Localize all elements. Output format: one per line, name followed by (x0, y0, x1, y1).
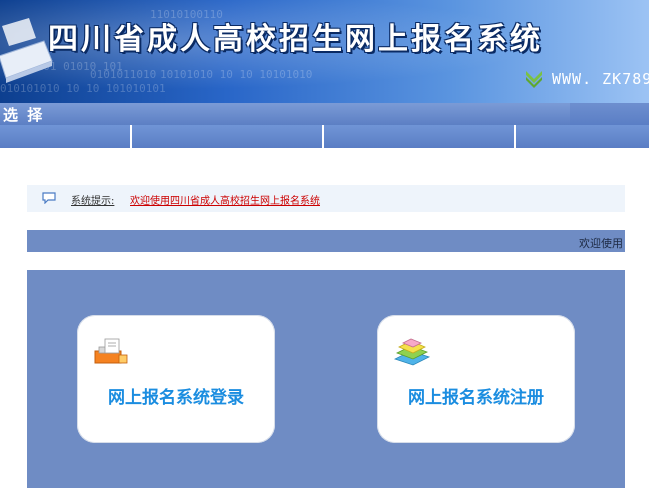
system-tip: 系统提示: 欢迎使用四川省成人高校招生网上报名系统 (27, 185, 625, 212)
site-url: WWW. ZK789 (552, 70, 649, 88)
double-arrow-icon (526, 71, 542, 88)
banner-binary-text: 0101011010 (90, 68, 157, 81)
tip-label: 系统提示: (71, 196, 115, 207)
choose-bar: 选 择 (0, 103, 649, 126)
choose-label: 选 择 (3, 106, 45, 124)
welcome-bar: 欢迎使用 (27, 230, 625, 252)
nav-segment[interactable] (516, 125, 649, 148)
nav-segment[interactable] (0, 125, 132, 148)
site-title: 四川省成人高校招生网上报名系统 (48, 22, 543, 57)
message-icon (42, 192, 56, 204)
book-decoration-icon (0, 18, 53, 83)
register-books-icon (393, 338, 431, 366)
choose-tab: 选 择 (0, 103, 570, 126)
login-card-button[interactable]: 网上报名系统登录 (77, 315, 275, 443)
main-panel: 网上报名系统登录 网上报名系统注册 (27, 270, 625, 488)
nav-bar (0, 125, 649, 148)
register-card-label: 网上报名系统注册 (408, 388, 544, 408)
banner-binary-text: 10101010 10 10 10101010 (160, 68, 313, 81)
welcome-text: 欢迎使用 (579, 237, 623, 250)
tip-message-link[interactable]: 欢迎使用四川省成人高校招生网上报名系统 (130, 192, 320, 207)
login-card-label: 网上报名系统登录 (108, 388, 244, 408)
header-banner: 11010100110 0101 01010 101 0101011010 10… (0, 0, 649, 103)
nav-segment[interactable] (324, 125, 516, 148)
login-printer-icon (94, 338, 128, 364)
register-card-button[interactable]: 网上报名系统注册 (377, 315, 575, 443)
nav-segment[interactable] (132, 125, 324, 148)
